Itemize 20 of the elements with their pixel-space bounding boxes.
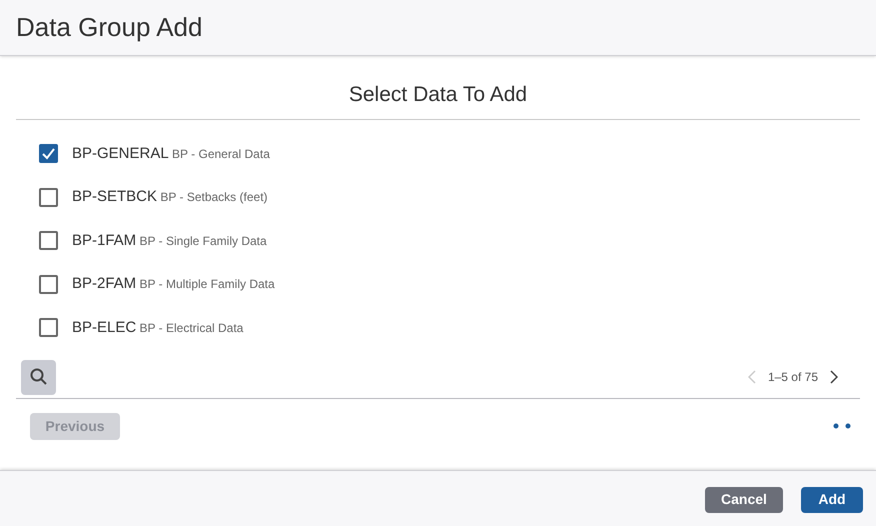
option-label: BP-2FAM BP - Multiple Family Data (72, 274, 275, 294)
add-button[interactable]: Add (801, 486, 863, 512)
checkbox[interactable] (39, 188, 58, 207)
chevron-left-icon (748, 370, 756, 384)
step-dots-icon (833, 423, 851, 429)
checkbox[interactable] (39, 274, 58, 294)
checkbox[interactable] (39, 318, 58, 338)
checkbox[interactable] (39, 144, 58, 164)
window-title: Data Group Add (16, 11, 202, 44)
section-heading: Select Data To Add (348, 82, 528, 108)
chevron-right-icon (830, 370, 838, 384)
option-label: BP-GENERAL BP - General Data (72, 144, 270, 164)
search-icon (28, 367, 48, 387)
option-label: BP-1FAM BP - Single Family Data (72, 230, 267, 251)
option-label: BP-ELEC BP - Electrical Data (72, 318, 244, 338)
option-label: BP-SETBCK BP - Setbacks (feet) (72, 187, 268, 208)
cancel-button[interactable]: Cancel (705, 486, 783, 512)
page-range: 1–5 of 75 (768, 369, 818, 386)
search-button[interactable] (21, 360, 56, 394)
checkbox[interactable] (39, 231, 58, 250)
